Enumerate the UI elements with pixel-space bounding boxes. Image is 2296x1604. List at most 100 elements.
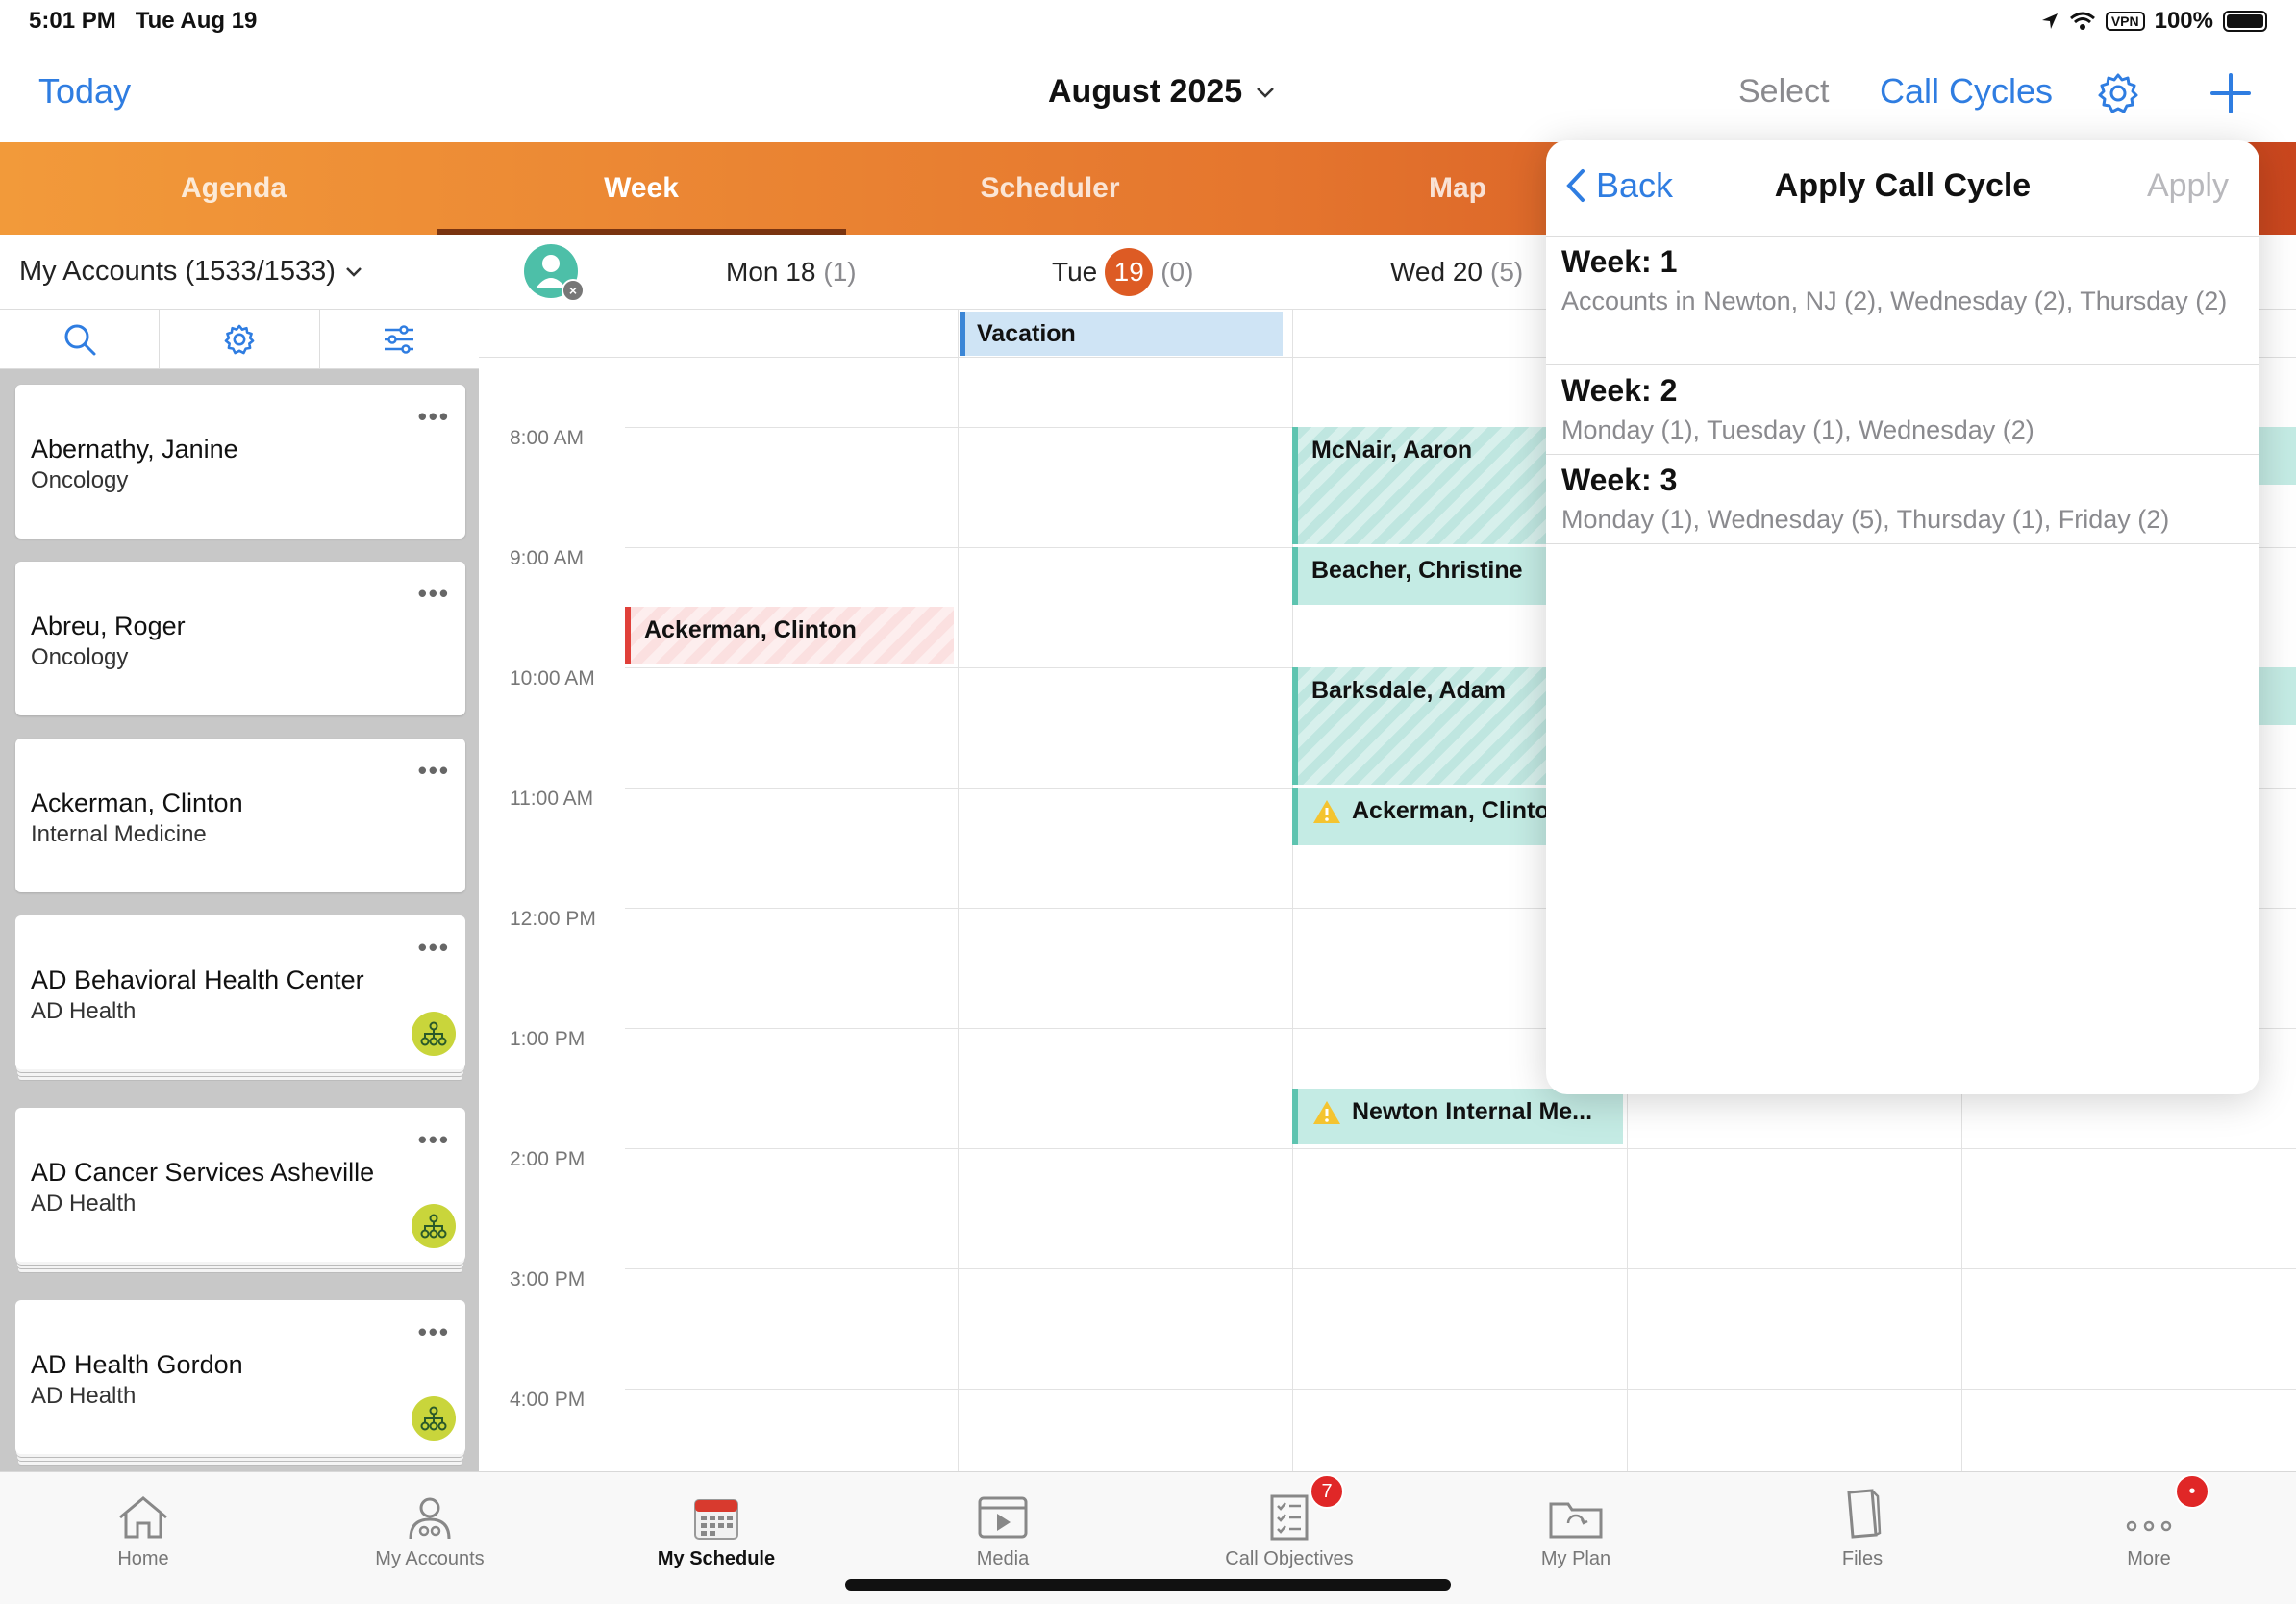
notification-badge: • — [2175, 1474, 2209, 1509]
wifi-icon — [2069, 12, 2095, 30]
search-button[interactable] — [0, 310, 161, 368]
column-divider — [958, 310, 959, 358]
tab-my-plan[interactable]: My Plan — [1433, 1472, 1719, 1578]
hierarchy-icon — [420, 1021, 447, 1046]
popover-header: Back Apply Call Cycle Apply — [1546, 140, 2259, 237]
account-name: AD Behavioral Health Center — [31, 965, 364, 994]
calendar-event[interactable]: Ackerman, Clinton — [625, 607, 954, 664]
more-options-icon[interactable]: ••• — [418, 933, 450, 963]
account-specialty: AD Health — [31, 998, 137, 1024]
day-header-wed[interactable]: Wed 20 (5) — [1390, 235, 1523, 310]
tab-my-accounts[interactable]: My Accounts — [287, 1472, 573, 1578]
account-specialty: AD Health — [31, 1190, 137, 1216]
hierarchy-icon — [420, 1406, 447, 1431]
time-label: 11:00 AM — [510, 788, 594, 810]
apply-call-cycle-popover: Back Apply Call Cycle Apply Week: 1 Acco… — [1546, 140, 2259, 1094]
week-option[interactable]: Week: 2 Monday (1), Tuesday (1), Wednesd… — [1546, 365, 2259, 455]
tab-my-schedule[interactable]: My Schedule — [573, 1472, 860, 1578]
filter-button[interactable] — [320, 310, 479, 368]
week-option[interactable]: Week: 3 Monday (1), Wednesday (5), Thurs… — [1546, 455, 2259, 544]
accounts-header-label: My Accounts (1533/1533) — [19, 256, 336, 287]
hierarchy-badge[interactable] — [412, 1204, 456, 1248]
hierarchy-badge[interactable] — [412, 1012, 456, 1056]
home-icon — [119, 1496, 167, 1539]
tab-more[interactable]: More • — [2006, 1472, 2292, 1578]
account-name: AD Cancer Services Asheville — [31, 1158, 375, 1187]
accounts-filter-dropdown[interactable]: My Accounts (1533/1533) — [0, 235, 479, 310]
more-options-icon[interactable]: ••• — [418, 1125, 450, 1155]
tab-media[interactable]: Media — [860, 1472, 1146, 1578]
time-label: 12:00 PM — [510, 908, 596, 930]
accounts-toolbar — [0, 310, 479, 369]
tab-call-objectives[interactable]: Call Objectives 7 — [1146, 1472, 1433, 1578]
file-icon — [1847, 1489, 1882, 1539]
account-specialty: AD Health — [31, 1383, 137, 1409]
account-name: Ackerman, Clinton — [31, 789, 243, 817]
tab-scheduler[interactable]: Scheduler — [846, 142, 1254, 235]
account-card[interactable]: ••• Abernathy, Janine Oncology — [15, 385, 465, 539]
account-specialty: Oncology — [31, 467, 129, 493]
day-header-tue[interactable]: Tue 19 (0) — [1052, 235, 1193, 310]
notification-badge: 7 — [1310, 1474, 1344, 1509]
status-time: 5:01 PM Tue Aug 19 — [29, 8, 258, 34]
calendar-event-partial[interactable] — [2256, 427, 2296, 485]
popover-arrow — [1946, 117, 2000, 142]
battery-percent: 100% — [2154, 8, 2213, 34]
month-picker[interactable]: August 2025 — [1048, 73, 1275, 111]
close-icon[interactable]: × — [562, 279, 585, 302]
time-label: 4:00 PM — [510, 1389, 586, 1411]
account-card[interactable]: ••• AD Health Gordon AD Health — [15, 1300, 465, 1454]
account-card[interactable]: ••• Abreu, Roger Oncology — [15, 562, 465, 715]
location-icon — [2041, 13, 2058, 29]
apply-button[interactable]: Apply — [2147, 167, 2229, 205]
account-card[interactable]: ••• AD Cancer Services Asheville AD Heal… — [15, 1108, 465, 1262]
account-specialty: Oncology — [31, 644, 129, 670]
time-label: 1:00 PM — [510, 1028, 586, 1050]
more-icon — [2126, 1520, 2172, 1532]
tab-week[interactable]: Week — [437, 142, 845, 235]
gear-icon[interactable] — [2096, 71, 2140, 115]
hierarchy-icon — [420, 1214, 447, 1239]
settings-button[interactable] — [160, 310, 320, 368]
account-name: AD Health Gordon — [31, 1350, 243, 1379]
week-option[interactable]: Week: 1 Accounts in Newton, NJ (2), Wedn… — [1546, 237, 2259, 365]
hour-line — [625, 1389, 2296, 1390]
more-options-icon[interactable]: ••• — [418, 1317, 450, 1347]
more-options-icon[interactable]: ••• — [418, 402, 450, 432]
hierarchy-badge[interactable] — [412, 1396, 456, 1441]
select-button[interactable]: Select — [1738, 73, 1830, 111]
more-options-icon[interactable]: ••• — [418, 756, 450, 786]
calendar-event[interactable]: Newton Internal Me... — [1292, 1089, 1623, 1144]
account-card[interactable]: ••• AD Behavioral Health Center AD Healt… — [15, 915, 465, 1069]
today-indicator: 19 — [1105, 248, 1154, 296]
tab-files[interactable]: Files — [1719, 1472, 2006, 1578]
time-label: 3:00 PM — [510, 1268, 586, 1291]
home-indicator — [845, 1579, 1451, 1591]
hour-line — [625, 1148, 2296, 1149]
account-name: Abernathy, Janine — [31, 435, 238, 464]
time-label: 8:00 AM — [510, 427, 585, 449]
more-options-icon[interactable]: ••• — [418, 579, 450, 609]
status-indicators: VPN 100% — [2040, 8, 2267, 35]
column-divider — [958, 358, 959, 1471]
time-label: 2:00 PM — [510, 1148, 586, 1170]
add-icon[interactable] — [2207, 69, 2255, 117]
tab-home[interactable]: Home — [0, 1472, 287, 1578]
account-specialty: Internal Medicine — [31, 821, 207, 847]
day-header-mon[interactable]: Mon 18 (1) — [726, 235, 857, 310]
tab-agenda[interactable]: Agenda — [30, 142, 437, 235]
today-button[interactable]: Today — [38, 71, 131, 112]
media-icon — [978, 1496, 1028, 1539]
week-title: Week: 3 — [1561, 463, 1678, 497]
account-card[interactable]: ••• Ackerman, Clinton Internal Medicine — [15, 739, 465, 892]
chevron-down-icon — [1257, 87, 1275, 98]
call-cycles-button[interactable]: Call Cycles — [1880, 71, 2053, 112]
account-name: Abreu, Roger — [31, 612, 186, 640]
accounts-icon — [409, 1497, 451, 1540]
hour-line — [625, 1268, 2296, 1269]
warning-icon — [1313, 1101, 1340, 1125]
vacation-event[interactable]: Vacation — [960, 312, 1283, 356]
accounts-list[interactable]: ••• Abernathy, Janine Oncology ••• Abreu… — [0, 369, 479, 1471]
month-title: August 2025 — [1048, 73, 1243, 110]
calendar-event-partial[interactable] — [2256, 667, 2296, 725]
